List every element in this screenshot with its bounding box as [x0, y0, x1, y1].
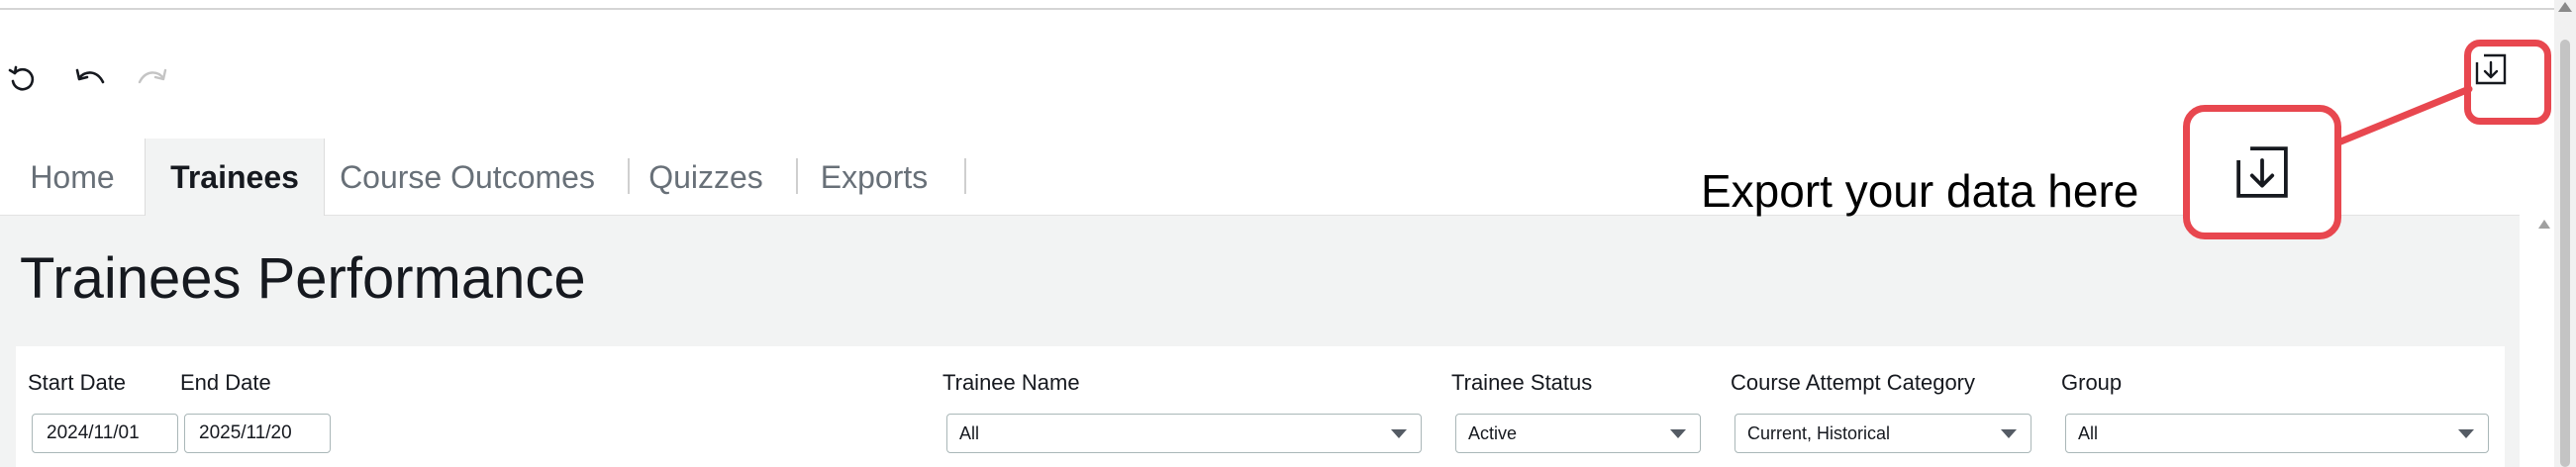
callout-text: Export your data here — [1701, 165, 2139, 217]
callout-highlight-large — [2183, 105, 2341, 239]
callout-highlight-small — [2464, 40, 2551, 125]
export-download-icon — [2236, 146, 2288, 198]
